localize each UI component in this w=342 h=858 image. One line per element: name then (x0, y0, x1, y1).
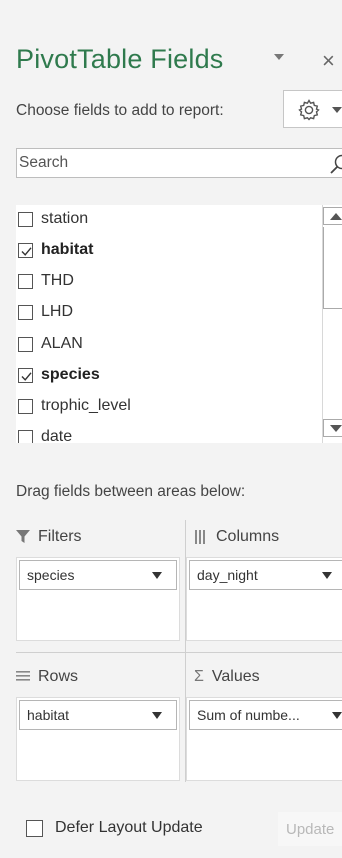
pane-title: PivotTable Fields (16, 44, 224, 74)
defer-layout-update[interactable]: Defer Layout Update (26, 819, 203, 837)
field-item-thd[interactable]: THD (18, 268, 74, 294)
field-label: station (41, 210, 89, 227)
scroll-up-button[interactable] (323, 207, 342, 225)
pill-label: Sum of numbe... (197, 707, 300, 723)
field-checkbox[interactable] (18, 211, 33, 227)
gear-icon (298, 99, 320, 121)
field-label: THD (41, 272, 74, 289)
rows-header: Rows (16, 668, 78, 686)
field-checkbox[interactable] (18, 336, 33, 352)
rows-icon (16, 671, 30, 681)
rows-drop-zone[interactable]: habitat (16, 697, 180, 781)
field-label: ALAN (41, 335, 83, 352)
tools-settings-button[interactable] (283, 90, 342, 128)
pivottable-fields-pane: PivotTable Fields × Choose fields to add… (0, 0, 342, 858)
checkmark-icon (21, 371, 32, 381)
columns-field-day-night[interactable]: day_night (189, 560, 342, 590)
drag-fields-label: Drag fields between areas below: (16, 483, 246, 500)
pill-label: day_night (197, 567, 258, 583)
scroll-down-icon (330, 425, 342, 432)
chevron-down-icon[interactable] (322, 572, 332, 579)
scroll-down-button[interactable] (323, 419, 342, 437)
columns-drop-zone[interactable]: day_night (186, 557, 342, 641)
columns-icon (195, 530, 205, 544)
update-button[interactable]: Update (278, 812, 342, 846)
field-search-box[interactable] (16, 148, 342, 178)
search-input[interactable] (17, 149, 319, 177)
field-checkbox[interactable] (18, 398, 33, 414)
funnel-icon (16, 530, 30, 543)
field-label: LHD (41, 303, 74, 320)
rows-field-habitat[interactable]: habitat (19, 700, 177, 730)
values-drop-zone[interactable]: Sum of numbe... (186, 697, 342, 781)
field-item-station[interactable]: station (18, 206, 88, 232)
field-checkbox[interactable] (18, 304, 33, 320)
filters-label: Filters (38, 528, 82, 545)
filters-drop-zone[interactable]: species (16, 557, 180, 641)
defer-layout-label: Defer Layout Update (55, 819, 203, 836)
checkmark-icon (21, 246, 32, 256)
filters-field-species[interactable]: species (19, 560, 177, 590)
field-checkbox[interactable] (18, 242, 33, 258)
columns-header: Columns (194, 528, 279, 546)
rows-label: Rows (38, 668, 79, 685)
field-checkbox[interactable] (18, 429, 33, 443)
values-field-sum-of-number[interactable]: Sum of numbe... (189, 700, 342, 730)
scroll-up-icon (330, 213, 342, 220)
field-item-lhd[interactable]: LHD (18, 299, 73, 325)
chevron-down-icon (332, 107, 342, 113)
field-item-species[interactable]: species (18, 362, 100, 388)
field-label: species (41, 366, 100, 383)
sigma-icon: Σ (194, 668, 204, 685)
field-item-date[interactable]: date (18, 424, 72, 443)
pill-label: species (27, 567, 75, 583)
choose-fields-label: Choose fields to add to report: (16, 102, 224, 119)
chevron-down-icon[interactable] (273, 51, 285, 63)
field-item-trophic-level[interactable]: trophic_level (18, 393, 131, 419)
scroll-thumb[interactable] (323, 227, 342, 309)
filters-header: Filters (16, 528, 82, 546)
chevron-down-icon[interactable] (152, 712, 162, 719)
values-label: Values (211, 668, 260, 685)
areas-horizontal-divider (16, 652, 342, 653)
pill-label: habitat (27, 707, 70, 723)
defer-layout-checkbox[interactable] (26, 819, 43, 837)
columns-label: Columns (216, 528, 280, 545)
field-item-alan[interactable]: ALAN (18, 331, 83, 357)
close-icon[interactable]: × (322, 48, 335, 74)
field-item-habitat[interactable]: habitat (18, 237, 93, 263)
field-list-scrollbar[interactable] (322, 205, 342, 443)
search-icon[interactable] (329, 153, 342, 175)
chevron-down-icon[interactable] (332, 712, 342, 719)
field-label: date (41, 428, 73, 443)
field-checkbox[interactable] (18, 273, 33, 289)
field-label: trophic_level (41, 397, 131, 414)
areas-vertical-divider (185, 520, 186, 782)
chevron-down-icon[interactable] (152, 572, 162, 579)
values-header: Σ Values (194, 668, 260, 686)
field-checkbox[interactable] (18, 367, 33, 383)
field-list[interactable]: station habitat THD LHD ALAN species tro… (16, 205, 342, 443)
field-label: habitat (41, 241, 94, 258)
